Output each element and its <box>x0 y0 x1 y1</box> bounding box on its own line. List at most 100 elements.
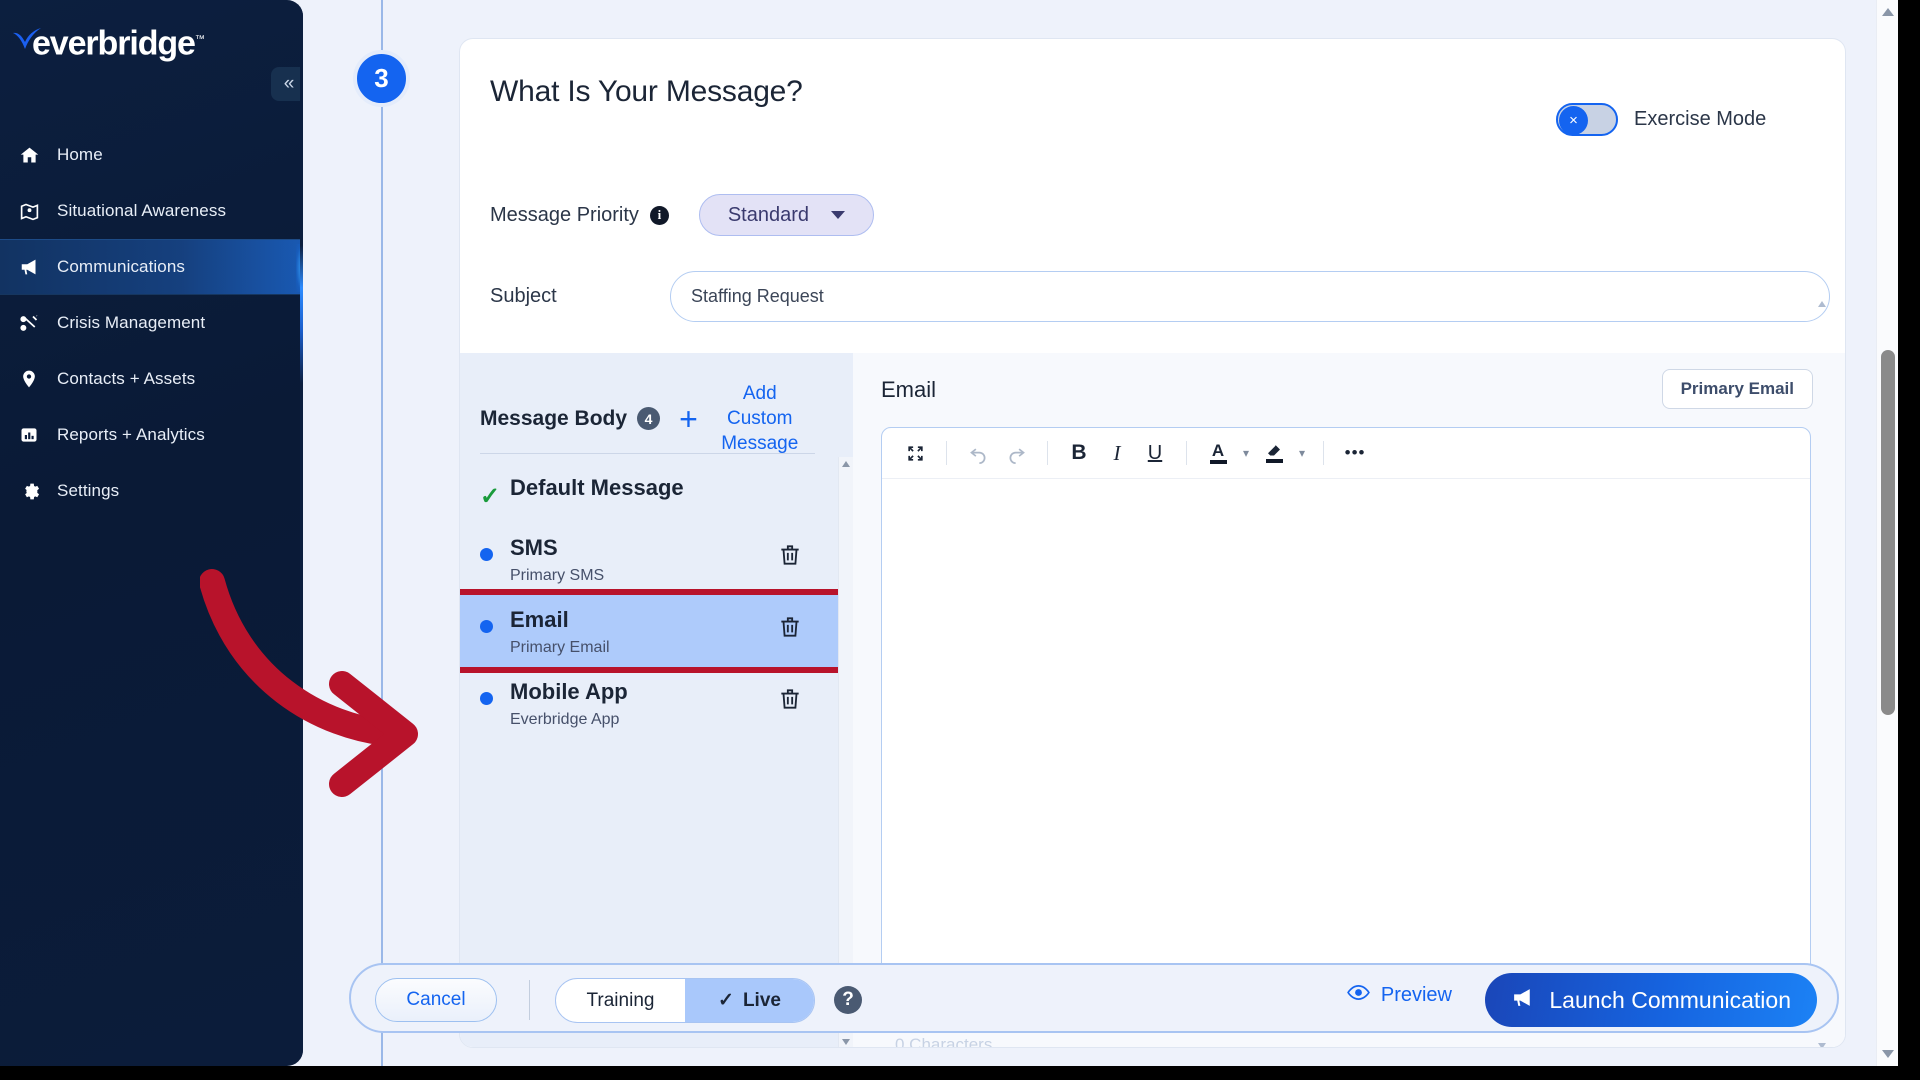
tab-label: Training <box>587 990 655 1012</box>
divider <box>1186 441 1187 465</box>
sidebar-item-situational-awareness[interactable]: Situational Awareness <box>0 183 303 239</box>
text-color-icon[interactable]: A <box>1201 436 1235 470</box>
list-item-sublabel: Primary Email <box>510 639 853 657</box>
delete-trash-icon[interactable] <box>777 542 803 568</box>
divider <box>946 441 947 465</box>
message-body-split: Message Body 4 + Add Custom Message ✓ <box>460 353 1846 1048</box>
cancel-button[interactable]: Cancel <box>375 978 497 1022</box>
subject-input[interactable] <box>670 271 1830 322</box>
sidebar-item-settings[interactable]: Settings <box>0 463 303 519</box>
subject-row: Subject <box>490 271 1830 322</box>
check-icon: ✓ <box>480 483 500 510</box>
chevron-down-icon[interactable]: ▾ <box>1239 446 1253 460</box>
footer-content: Cancel Training ✓ Live ? <box>351 965 1837 1031</box>
sidebar-collapse-button[interactable]: « <box>271 67 303 101</box>
list-item-sms[interactable]: SMS Primary SMS <box>460 523 853 595</box>
primary-email-label: Primary Email <box>1681 379 1794 399</box>
help-icon[interactable]: ? <box>834 986 862 1014</box>
action-footer-bar: Cancel Training ✓ Live ? <box>349 963 1839 1033</box>
sidebar-item-contacts-assets[interactable]: Contacts + Assets <box>0 351 303 407</box>
list-item-email[interactable]: Email Primary Email <box>460 595 853 667</box>
scroll-up-arrow-icon[interactable] <box>1882 8 1894 16</box>
message-body-count-badge: 4 <box>637 407 660 430</box>
dot-indicator-icon <box>480 548 493 561</box>
message-body-pane: Message Body 4 + Add Custom Message ✓ <box>460 353 853 1048</box>
add-custom-message-link[interactable]: Add Custom Message <box>712 381 808 456</box>
rich-text-editor: B I U A ▾ <box>881 427 1811 1029</box>
list-item-texts: Default Message <box>510 473 853 503</box>
sidebar-item-communications[interactable]: Communications <box>0 239 303 295</box>
undo-icon[interactable] <box>961 436 995 470</box>
workflow-icon <box>19 313 47 334</box>
check-icon: ✓ <box>718 989 734 1012</box>
redo-icon[interactable] <box>999 436 1033 470</box>
browser-scrollbar[interactable] <box>1876 0 1898 1066</box>
delete-trash-icon[interactable] <box>777 686 803 712</box>
message-body-header: Message Body 4 + Add Custom Message <box>480 381 837 456</box>
tab-label: Live <box>743 990 781 1012</box>
list-item-default-message[interactable]: ✓ Default Message <box>460 463 853 523</box>
scroll-down-arrow-icon[interactable] <box>1818 1043 1826 1048</box>
chevron-left-double-icon: « <box>284 73 295 94</box>
screenshot-root: everbridge™ « Home <box>0 0 1920 1080</box>
dot-indicator-icon <box>480 692 493 705</box>
add-message-plus-icon[interactable]: + <box>679 407 698 431</box>
app-window: everbridge™ « Home <box>0 0 1898 1066</box>
everbridge-logo: everbridge™ <box>10 22 205 61</box>
launch-communication-button[interactable]: Launch Communication <box>1485 973 1817 1027</box>
expand-icon[interactable] <box>898 436 932 470</box>
toggle-knob-close-icon: × <box>1559 106 1588 135</box>
message-list-scrollbar[interactable] <box>838 457 853 1048</box>
status-marker <box>480 533 510 561</box>
channel-editor-pane: Email Primary Email <box>853 353 1846 1048</box>
bold-icon[interactable]: B <box>1062 436 1096 470</box>
italic-icon[interactable]: I <box>1100 436 1134 470</box>
page-title: What Is Your Message? <box>490 75 803 109</box>
more-options-icon[interactable]: ••• <box>1338 436 1372 470</box>
underline-icon[interactable]: U <box>1138 436 1172 470</box>
sidebar-item-label: Situational Awareness <box>57 201 226 221</box>
scroll-down-arrow-icon[interactable] <box>1882 1050 1894 1058</box>
delete-trash-icon[interactable] <box>777 614 803 640</box>
message-priority-value: Standard <box>728 204 809 227</box>
exercise-mode-group: × Exercise Mode <box>1556 103 1766 136</box>
sidebar-nav: Home Situational Awareness <box>0 127 303 519</box>
sidebar-item-label: Crisis Management <box>57 313 205 333</box>
preview-label: Preview <box>1381 984 1452 1007</box>
scroll-up-arrow-icon[interactable] <box>1818 301 1826 307</box>
list-item-mobile-app[interactable]: Mobile App Everbridge App <box>460 667 853 739</box>
text-color-swatch <box>1210 460 1227 464</box>
megaphone-icon <box>19 256 47 278</box>
preview-button[interactable]: Preview <box>1347 984 1452 1007</box>
divider <box>480 453 815 454</box>
subject-label: Subject <box>490 285 670 308</box>
sidebar-item-label: Home <box>57 145 103 165</box>
sidebar-item-label: Contacts + Assets <box>57 369 195 389</box>
primary-email-badge-button[interactable]: Primary Email <box>1662 369 1813 409</box>
sidebar-item-label: Settings <box>57 481 119 501</box>
message-priority-select[interactable]: Standard <box>699 194 874 236</box>
editor-content-area[interactable] <box>882 479 1810 1028</box>
highlight-icon[interactable] <box>1257 436 1291 470</box>
sidebar-item-crisis-management[interactable]: Crisis Management <box>0 295 303 351</box>
gear-icon <box>19 481 47 502</box>
editor-channel-title: Email <box>881 377 936 403</box>
help-glyph: ? <box>842 989 854 1011</box>
sidebar-item-reports-analytics[interactable]: Reports + Analytics <box>0 407 303 463</box>
scroll-down-arrow-icon[interactable] <box>842 1039 850 1045</box>
main-sidebar: everbridge™ « Home <box>0 0 303 1066</box>
chevron-down-icon[interactable]: ▾ <box>1295 446 1309 460</box>
tab-live[interactable]: ✓ Live <box>685 979 814 1022</box>
status-marker: ✓ <box>480 473 510 509</box>
info-icon[interactable]: i <box>650 206 669 225</box>
tab-training[interactable]: Training <box>556 979 685 1022</box>
megaphone-icon <box>1511 985 1536 1016</box>
scrollbar-thumb[interactable] <box>1881 350 1895 715</box>
status-marker <box>480 605 510 633</box>
list-item-sublabel: Primary SMS <box>510 567 853 585</box>
editor-scrollbar[interactable] <box>1816 301 1829 1048</box>
sidebar-item-home[interactable]: Home <box>0 127 303 183</box>
scroll-up-arrow-icon[interactable] <box>842 461 850 467</box>
chevron-down-icon <box>831 211 845 219</box>
exercise-mode-toggle[interactable]: × <box>1556 103 1618 136</box>
